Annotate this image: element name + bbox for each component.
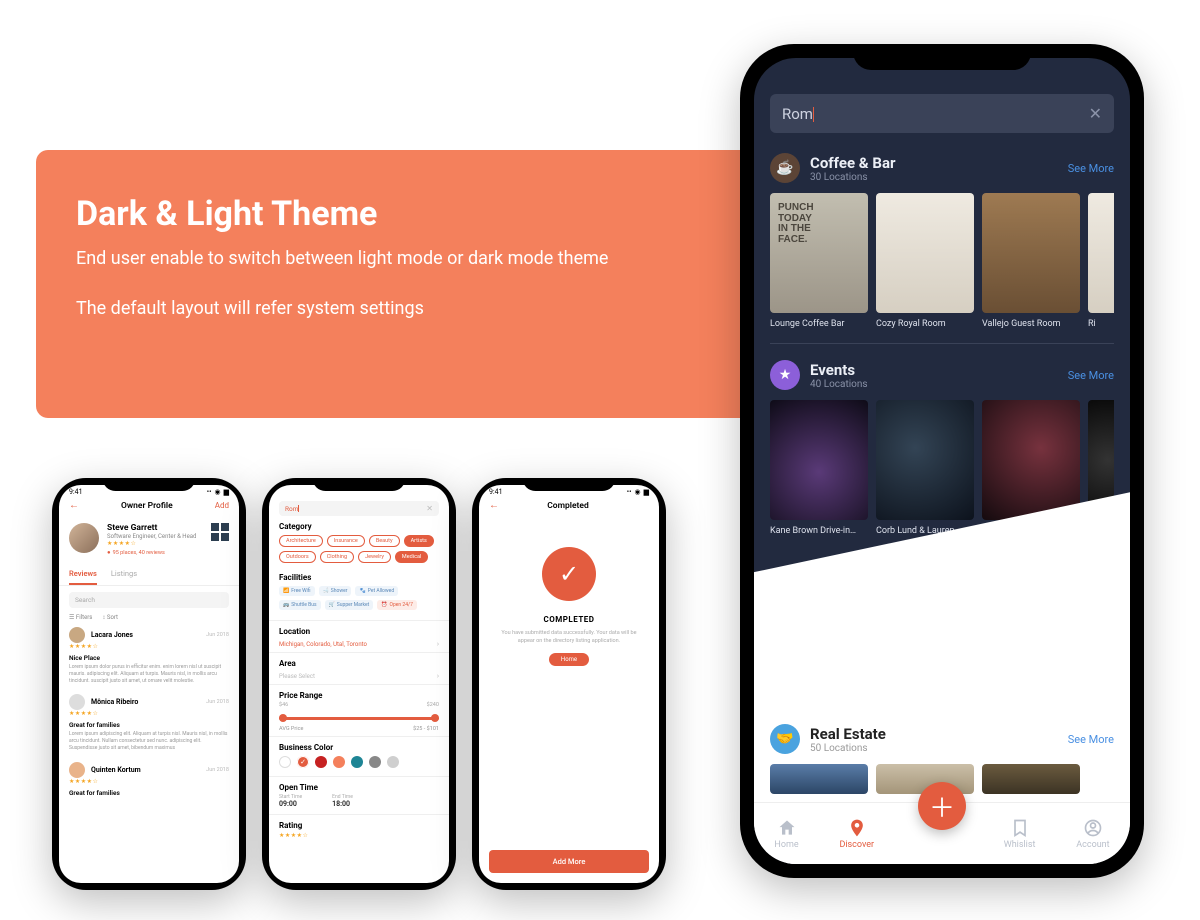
success-check-icon: ✓ (542, 547, 596, 601)
back-icon[interactable]: ← (489, 500, 499, 511)
owner-name: Steve Garrett (107, 523, 203, 533)
phone-category: Rom ✕ Category Architecture Insurance Be… (262, 478, 456, 890)
sort-button[interactable]: ↕ Sort (102, 614, 118, 621)
reviewer-avatar (69, 627, 85, 643)
color-swatch[interactable] (333, 756, 345, 768)
category-chips: Architecture Insurance Beauty Artists Ou… (269, 531, 449, 567)
nav-discover[interactable]: Discover (839, 818, 874, 850)
page-title: Owner Profile (121, 501, 173, 511)
review-stars: ★★★★☆ (69, 643, 229, 650)
listing-card[interactable]: Kane Brown Drive-in… (770, 400, 868, 536)
chip[interactable]: Beauty (369, 535, 400, 547)
phone-completed: 9:41••◉▆ ← Completed ✓ COMPLETED You hav… (472, 478, 666, 890)
chip[interactable]: Medical (395, 551, 428, 563)
listing-card[interactable] (982, 764, 1080, 794)
phone-owner-profile: 9:41••◉▆ ← Owner Profile Add Steve Garre… (52, 478, 246, 890)
facility-tag[interactable]: 📶 Free Wifi (279, 586, 315, 596)
nav-account[interactable]: Account (1076, 818, 1109, 850)
chip[interactable]: Insurance (327, 535, 365, 547)
facility-tag[interactable]: 🚌 Shuttle Bus (279, 600, 321, 610)
house-icon: 🤝 (770, 724, 800, 754)
back-icon[interactable]: ← (69, 500, 79, 511)
promo-line2: The default layout will refer system set… (76, 296, 716, 322)
clear-icon[interactable]: ✕ (1089, 104, 1102, 123)
facility-tag[interactable]: 🛁 Shower (319, 586, 352, 596)
reviewer-avatar (69, 762, 85, 778)
listing-card[interactable]: Corb Lund & Lauren… (876, 400, 974, 536)
see-more-link[interactable]: See More (1068, 162, 1114, 175)
color-swatch[interactable] (315, 756, 327, 768)
listing-card[interactable] (770, 764, 868, 794)
search-input[interactable]: Rom ✕ (279, 501, 439, 516)
color-swatch[interactable] (387, 756, 399, 768)
phone-discover-dark: Rom ✕ ☕ Coffee & Bar30 Locations See Mor… (740, 44, 1144, 878)
completed-label: COMPLETED (544, 615, 595, 624)
chip[interactable]: Artists (404, 535, 434, 547)
owner-avatar[interactable] (69, 523, 99, 553)
chip[interactable]: Jewelry (358, 551, 391, 563)
facility-tag[interactable]: ⏰ Open 24/7 (377, 600, 417, 610)
top-bar: ← Owner Profile Add (59, 496, 239, 517)
completed-desc: You have submitted data successfully. Yo… (493, 630, 645, 645)
category-heading: Category (269, 522, 449, 531)
search-input[interactable]: Rom ✕ (770, 94, 1114, 133)
search-input[interactable]: Search (69, 592, 229, 608)
nav-whislist[interactable]: Whislist (1004, 818, 1036, 850)
price-slider[interactable] (279, 714, 439, 722)
listing-card[interactable]: Cozy Royal Room (876, 193, 974, 329)
owner-rating-stars: ★★★★☆ (107, 540, 203, 547)
chip[interactable]: Outdoors (279, 551, 316, 563)
home-button[interactable]: Home (549, 653, 589, 666)
tab-reviews[interactable]: Reviews (69, 564, 97, 585)
facility-tag[interactable]: 🛒 Supper Market (325, 600, 374, 610)
listing-card[interactable]: Lounge Coffee Bar (770, 193, 868, 329)
color-swatch[interactable] (279, 756, 291, 768)
fab-add-button[interactable]: ＋ (918, 782, 966, 830)
owner-role: Software Engineer, Center & Head (107, 533, 203, 540)
see-more-link[interactable]: See More (1068, 733, 1114, 746)
area-row[interactable]: Please Select› (269, 668, 449, 684)
color-swatch[interactable]: ✓ (297, 756, 309, 768)
color-swatch[interactable] (369, 756, 381, 768)
listing-card[interactable]: Vallejo Guest Room (982, 193, 1080, 329)
chip[interactable]: Architecture (279, 535, 323, 547)
color-swatch[interactable] (351, 756, 363, 768)
facility-tag[interactable]: 🐾 Pet Allowed (355, 586, 398, 596)
chip[interactable]: Clothing (320, 551, 354, 563)
location-row[interactable]: Michigan, Colorado, Utal, Toronto› (269, 636, 449, 652)
owner-meta: 95 places, 40 reviews (107, 549, 203, 556)
nav-home[interactable]: Home (774, 818, 798, 850)
promo-line1: End user enable to switch between light … (76, 246, 716, 272)
add-more-button[interactable]: Add More (489, 850, 649, 873)
filters-button[interactable]: ☰ Filters (69, 614, 92, 621)
add-button[interactable]: Add (215, 501, 229, 510)
reviewer-avatar (69, 694, 85, 710)
star-icon: ★ (770, 360, 800, 390)
qr-icon[interactable] (211, 523, 229, 541)
coffee-icon: ☕ (770, 153, 800, 183)
color-picker: ✓ (269, 752, 449, 772)
clear-icon[interactable]: ✕ (426, 504, 433, 513)
facilities-heading: Facilities (269, 573, 449, 582)
tab-listings[interactable]: Listings (111, 564, 137, 585)
listing-card[interactable]: Ri (1088, 193, 1114, 329)
see-more-link[interactable]: See More (1068, 369, 1114, 382)
